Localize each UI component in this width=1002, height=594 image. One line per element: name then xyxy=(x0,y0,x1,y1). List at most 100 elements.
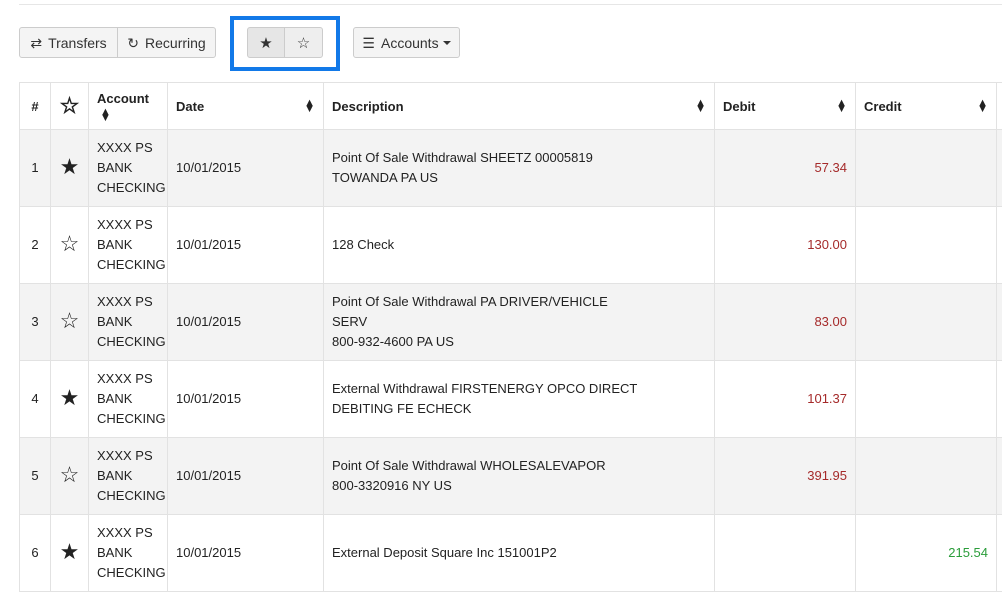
star-empty-icon[interactable]: ☆ xyxy=(60,231,80,256)
accounts-dropdown-button[interactable]: ☰ Accounts xyxy=(353,27,460,58)
star-empty-icon: ☆ xyxy=(59,93,80,118)
table-row[interactable]: 2 ☆ XXXX PS BANK CHECKING 10/01/2015 128 Check… xyxy=(19,206,1002,284)
row-star-cell[interactable]: ★ xyxy=(50,129,89,207)
header-num: # xyxy=(19,82,51,130)
row-number: 6 xyxy=(19,514,51,592)
row-description: External Withdrawal FIRSTENERGY OPCO DIR… xyxy=(323,360,715,438)
star-filled-icon[interactable]: ★ xyxy=(60,154,80,179)
transfers-label: Transfers xyxy=(48,34,107,51)
caret-down-icon xyxy=(442,40,451,45)
account-line: CHECKING xyxy=(97,334,166,349)
sort-icon: ▲ ▼ xyxy=(836,97,847,115)
filter-unstarred-button[interactable]: ☆ xyxy=(284,27,323,58)
sort-icon: ▲ ▼ xyxy=(100,105,111,124)
star-filled-icon[interactable]: ★ xyxy=(60,539,80,564)
account-line: XXXX PS xyxy=(97,140,153,155)
account-line: BANK xyxy=(97,160,133,175)
row-star-cell[interactable]: ☆ xyxy=(50,283,89,361)
description-line: External Withdrawal FIRSTENERGY OPCO DIR… xyxy=(332,381,638,396)
account-line: XXXX PS xyxy=(97,448,153,463)
bars-icon: ☰ xyxy=(362,34,375,51)
row-date: 10/01/2015 xyxy=(167,206,324,284)
transfers-button[interactable]: ⇄ Transfers xyxy=(19,27,118,58)
description-line: DEBITING FE ECHECK xyxy=(332,401,472,416)
header-star[interactable]: ☆ xyxy=(50,82,89,130)
row-star-cell[interactable]: ★ xyxy=(50,514,89,592)
star-empty-icon[interactable]: ☆ xyxy=(60,308,80,333)
row-account: XXXX PS BANK CHECKING xyxy=(88,283,168,361)
description-line: 800-932-4600 PA US xyxy=(332,334,454,349)
row-date: 10/01/2015 xyxy=(167,437,324,515)
accounts-label: Accounts xyxy=(380,34,439,51)
header-date-label: Date xyxy=(176,98,205,114)
row-account: XXXX PS BANK CHECKING xyxy=(88,514,168,592)
header-credit-label: Credit xyxy=(864,98,902,114)
header-date[interactable]: Date ▲ ▼ xyxy=(167,82,324,130)
row-account: XXXX PS BANK CHECKING xyxy=(88,437,168,515)
row-credit xyxy=(855,129,997,207)
account-line: XXXX PS xyxy=(97,371,153,386)
table-row[interactable]: 3 ☆ XXXX PS BANK CHECKING 10/01/2015 Point Of … xyxy=(19,283,1002,361)
row-debit xyxy=(714,514,856,592)
row-date: 10/01/2015 xyxy=(167,129,324,207)
row-number: 3 xyxy=(19,283,51,361)
recurring-button[interactable]: ↻ Recurring xyxy=(117,27,216,58)
row-account: XXXX PS BANK CHECKING xyxy=(88,206,168,284)
star-empty-icon: ☆ xyxy=(296,34,311,52)
row-credit xyxy=(855,283,997,361)
table-row[interactable]: 6 ★ XXXX PS BANK CHECKING 10/01/2015 External … xyxy=(19,514,1002,592)
row-description: Point Of Sale Withdrawal PA DRIVER/VEHIC… xyxy=(323,283,715,361)
table-row[interactable]: 1 ★ XXXX PS BANK CHECKING 10/01/2015 Point Of … xyxy=(19,129,1002,207)
row-overflow xyxy=(996,360,1002,438)
header-overflow xyxy=(996,82,1002,130)
filter-starred-button[interactable]: ★ xyxy=(247,27,285,58)
row-description: Point Of Sale Withdrawal SHEETZ 00005819… xyxy=(323,129,715,207)
account-line: BANK xyxy=(97,468,133,483)
star-empty-icon[interactable]: ☆ xyxy=(60,462,80,487)
sort-icon: ▲ ▼ xyxy=(977,97,988,115)
account-line: BANK xyxy=(97,391,133,406)
header-description[interactable]: Description ▲ ▼ xyxy=(323,82,715,130)
account-line: XXXX PS xyxy=(97,294,153,309)
table-row[interactable]: 4 ★ XXXX PS BANK CHECKING 10/01/2015 External … xyxy=(19,360,1002,438)
row-star-cell[interactable]: ☆ xyxy=(50,206,89,284)
transactions-table: # ☆ Account▲ ▼ Date ▲ ▼ Description ▲ ▼ Deb… xyxy=(19,82,1002,592)
row-number: 2 xyxy=(19,206,51,284)
account-line: CHECKING xyxy=(97,565,166,580)
description-line: SERV xyxy=(332,314,368,329)
description-line: TOWANDA PA US xyxy=(332,170,438,185)
sort-icon: ▲ ▼ xyxy=(304,97,315,115)
row-number: 1 xyxy=(19,129,51,207)
account-line: CHECKING xyxy=(97,488,166,503)
exchange-icon: ⇄ xyxy=(30,34,43,51)
row-star-cell[interactable]: ★ xyxy=(50,360,89,438)
row-credit: 215.54 xyxy=(855,514,997,592)
row-star-cell[interactable]: ☆ xyxy=(50,437,89,515)
header-account-label: Account xyxy=(97,91,149,106)
header-debit-label: Debit xyxy=(723,98,756,114)
table-row[interactable]: 5 ☆ XXXX PS BANK CHECKING 10/01/2015 Point Of … xyxy=(19,437,1002,515)
row-number: 4 xyxy=(19,360,51,438)
refresh-icon: ↻ xyxy=(127,34,140,51)
account-line: XXXX PS xyxy=(97,217,153,232)
header-description-label: Description xyxy=(332,98,404,114)
row-date: 10/01/2015 xyxy=(167,283,324,361)
sort-icon: ▲ ▼ xyxy=(695,97,706,115)
star-filled-icon: ★ xyxy=(259,34,273,52)
star-filled-icon[interactable]: ★ xyxy=(60,385,80,410)
row-overflow xyxy=(996,514,1002,592)
row-debit: 130.00 xyxy=(714,206,856,284)
header-account[interactable]: Account▲ ▼ xyxy=(88,82,168,130)
description-line: Point Of Sale Withdrawal SHEETZ 00005819 xyxy=(332,150,593,165)
account-line: BANK xyxy=(97,237,133,252)
row-date: 10/01/2015 xyxy=(167,360,324,438)
row-description: 128 Check xyxy=(323,206,715,284)
header-debit[interactable]: Debit ▲ ▼ xyxy=(714,82,856,130)
row-account: XXXX PS BANK CHECKING xyxy=(88,129,168,207)
account-line: BANK xyxy=(97,314,133,329)
row-account: XXXX PS BANK CHECKING xyxy=(88,360,168,438)
header-credit[interactable]: Credit ▲ ▼ xyxy=(855,82,997,130)
table-header-row: # ☆ Account▲ ▼ Date ▲ ▼ Description ▲ ▼ Deb… xyxy=(19,82,1002,130)
recurring-label: Recurring xyxy=(145,34,206,51)
row-overflow xyxy=(996,437,1002,515)
